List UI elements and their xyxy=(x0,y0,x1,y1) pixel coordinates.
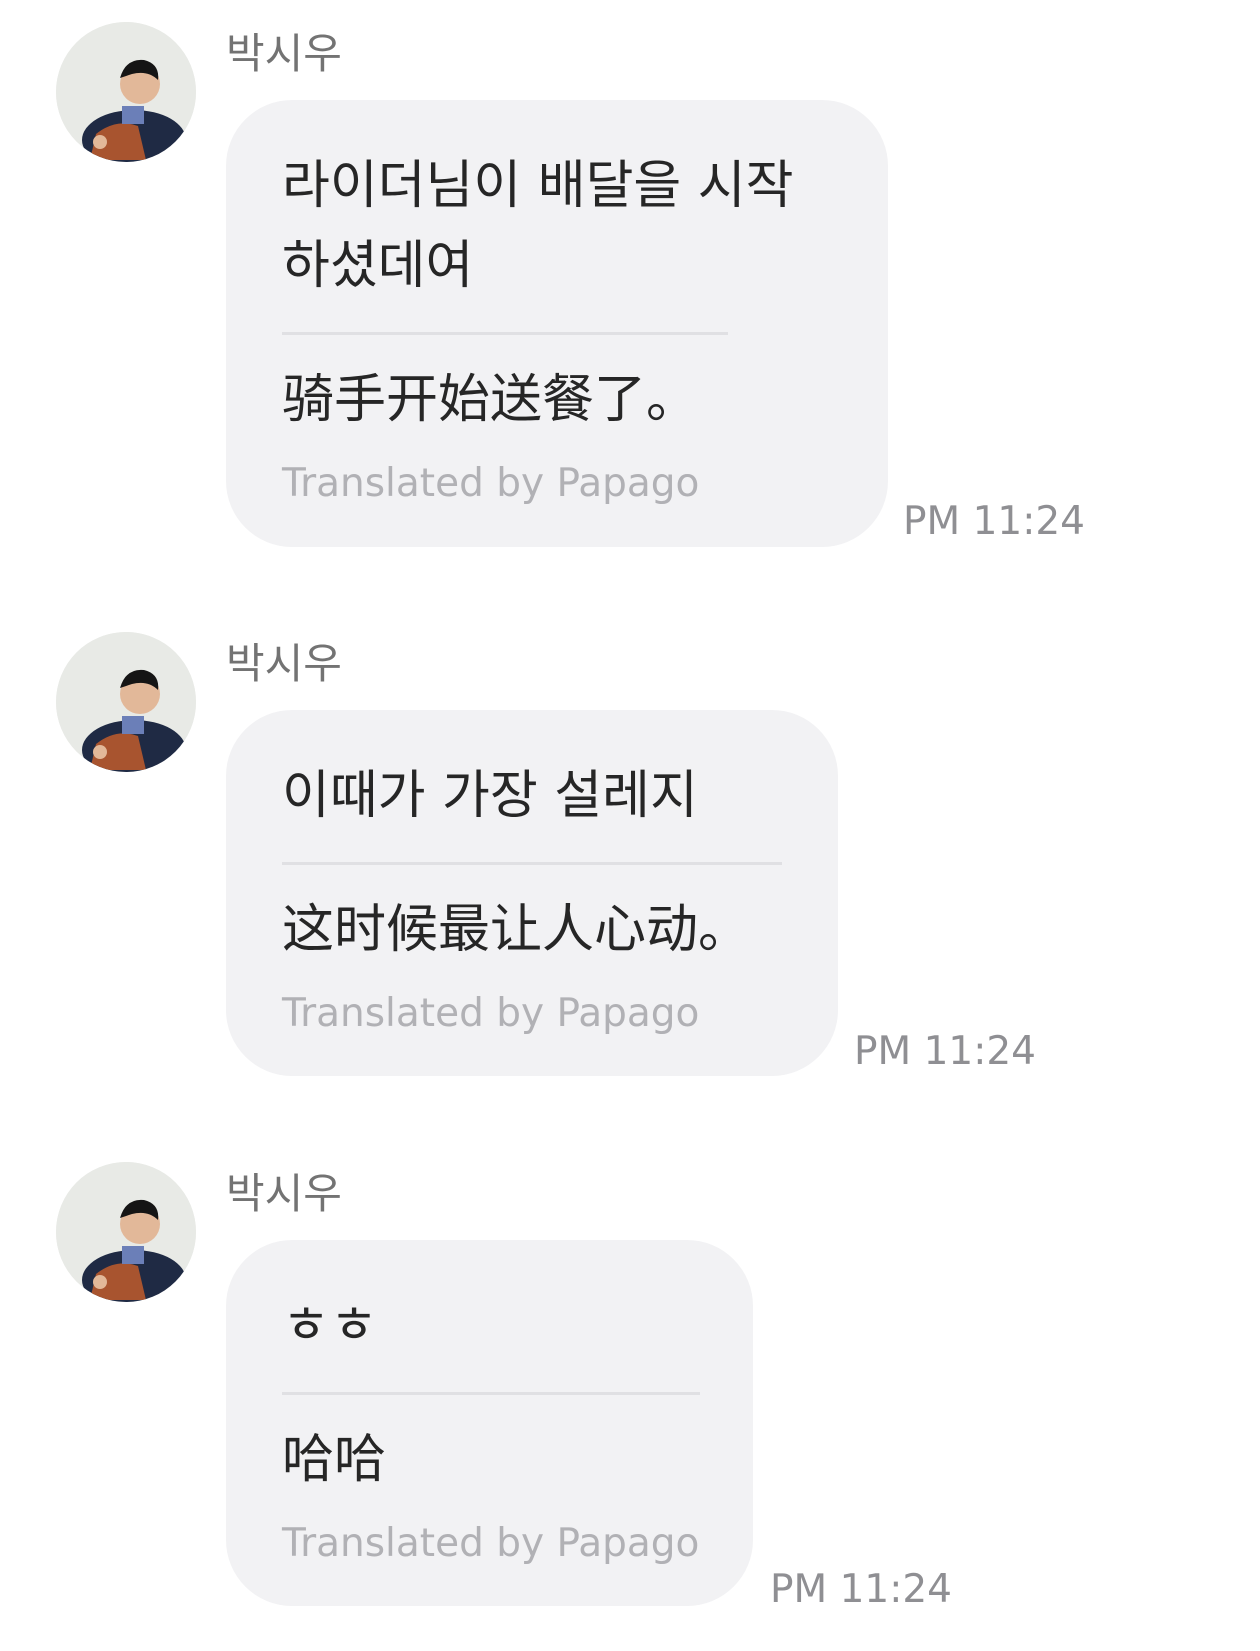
translation-divider xyxy=(282,1392,700,1395)
sender-name: 박시우 xyxy=(226,1169,342,1218)
message-bubble[interactable]: 라이더님이 배달을 시작하셨데여 骑手开始送餐了。 Translated by … xyxy=(226,100,888,547)
translated-message-text: 这时候最让人心动。 xyxy=(282,900,751,960)
message-group: 박시우 이때가 가장 설레지 这时候最让人心动。 Translated by P… xyxy=(0,610,1260,1080)
translated-message-text: 骑手开始送餐了。 xyxy=(282,370,699,430)
sender-name: 박시우 xyxy=(226,639,342,688)
translation-credit: Translated by Papago xyxy=(282,1521,700,1566)
message-bubble[interactable]: ㅎㅎ 哈哈 Translated by Papago xyxy=(226,1240,753,1606)
translation-divider xyxy=(282,862,782,865)
message-group: 박시우 라이더님이 배달을 시작하셨데여 骑手开始送餐了。 Translated… xyxy=(0,0,1260,560)
avatar[interactable] xyxy=(56,1162,196,1302)
original-message-text: 라이더님이 배달을 시작하셨데여 xyxy=(282,156,794,296)
message-group: 박시우 ㅎㅎ 哈哈 Translated by Papago PM 11:24 xyxy=(0,1140,1260,1640)
message-timestamp: PM 11:24 xyxy=(903,499,1085,544)
sender-name: 박시우 xyxy=(226,29,342,78)
profile-photo-icon xyxy=(56,1162,196,1302)
message-bubble[interactable]: 이때가 가장 설레지 这时候最让人心动。 Translated by Papag… xyxy=(226,710,838,1076)
message-timestamp: PM 11:24 xyxy=(854,1029,1036,1074)
translation-credit: Translated by Papago xyxy=(282,461,700,506)
message-timestamp: PM 11:24 xyxy=(770,1567,952,1612)
translation-credit: Translated by Papago xyxy=(282,991,700,1036)
avatar[interactable] xyxy=(56,632,196,772)
translation-divider xyxy=(282,332,728,335)
original-message-text: 이때가 가장 설레지 xyxy=(282,766,698,826)
avatar[interactable] xyxy=(56,22,196,162)
original-message-text: ㅎㅎ xyxy=(282,1296,378,1356)
profile-photo-icon xyxy=(56,632,196,772)
translated-message-text: 哈哈 xyxy=(282,1430,387,1490)
profile-photo-icon xyxy=(56,22,196,162)
